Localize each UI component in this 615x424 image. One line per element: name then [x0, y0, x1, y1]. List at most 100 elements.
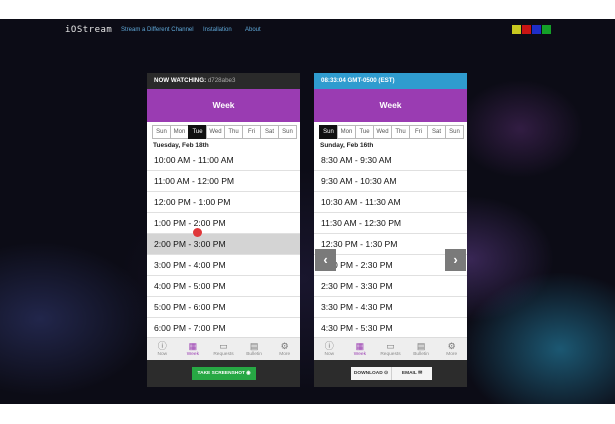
tab-requests[interactable]: ▭ Requests — [208, 338, 239, 360]
download-label: DOWNLOAD — [353, 371, 383, 376]
tab-label: More — [279, 352, 291, 357]
tab-label: Now — [157, 352, 168, 357]
swatch-green[interactable] — [542, 25, 551, 34]
calendar-icon: ▦ — [188, 341, 198, 351]
day-sun[interactable]: Sun — [319, 125, 338, 139]
camera-icon: ◉ — [246, 371, 251, 376]
day-sun[interactable]: Sun — [152, 125, 171, 139]
mail-icon: ✉ — [418, 371, 423, 376]
email-label: EMAIL — [401, 371, 417, 376]
touch-indicator — [193, 228, 202, 237]
download-icon: ⊙ — [384, 371, 389, 376]
schedule-date: Tuesday, Feb 18th — [153, 142, 209, 149]
tab-more[interactable]: ⚙ More — [436, 338, 467, 360]
day-mon[interactable]: Mon — [337, 125, 356, 139]
schedule-slot[interactable]: 4:30 PM - 5:30 PM — [314, 318, 467, 339]
info-icon: ⓘ — [157, 341, 167, 351]
week-title-bar: Week — [314, 89, 467, 122]
take-screenshot-button[interactable]: TAKE SCREENSHOT ◉ — [192, 367, 256, 380]
tab-bulletin[interactable]: ▤ Bulletin — [239, 338, 270, 360]
top-navigation: iOStream Stream a Different Channel Inst… — [0, 19, 615, 41]
schedule-slot[interactable]: 12:00 PM - 1:00 PM — [147, 192, 300, 213]
tab-more[interactable]: ⚙ More — [269, 338, 300, 360]
tab-week[interactable]: ▦ Week — [178, 338, 209, 360]
schedule-slot[interactable]: 2:30 PM - 3:30 PM — [314, 276, 467, 297]
day-tue[interactable]: Tue — [355, 125, 374, 139]
schedule-slot[interactable]: 6:00 PM - 7:00 PM — [147, 318, 300, 339]
day-wed[interactable]: Wed — [206, 125, 225, 139]
bulletin-icon: ▤ — [249, 341, 259, 351]
inbox-icon: ▭ — [386, 341, 395, 351]
info-icon: ⓘ — [324, 341, 334, 351]
schedule-slot[interactable]: 8:30 AM - 9:30 AM — [314, 150, 467, 171]
email-button[interactable]: EMAIL ✉ — [391, 367, 432, 380]
schedule-slot[interactable]: 5:00 PM - 6:00 PM — [147, 297, 300, 318]
now-watching-channel: d728abe3 — [207, 77, 236, 84]
day-sat[interactable]: Sat — [260, 125, 279, 139]
clock-header: 08:33:04 GMT-0500 (EST) — [314, 73, 467, 89]
gear-icon: ⚙ — [447, 341, 456, 351]
bottom-tab-bar: ⓘ Now ▦ Week ▭ Requests ▤ Bulletin ⚙ More — [147, 337, 300, 360]
app-background: iOStream Stream a Different Channel Inst… — [0, 19, 615, 404]
schedule-slot[interactable]: 1:00 PM - 2:00 PM — [147, 213, 300, 234]
brand-logo[interactable]: iOStream — [65, 25, 112, 35]
tab-label: Bulletin — [246, 352, 262, 357]
schedule-slot-selected[interactable]: 2:00 PM - 3:00 PM — [147, 234, 300, 255]
schedule-list: 8:30 AM - 9:30 AM 9:30 AM - 10:30 AM 10:… — [314, 150, 467, 339]
tab-week[interactable]: ▦ Week — [345, 338, 376, 360]
schedule-slot[interactable]: 9:30 AM - 10:30 AM — [314, 171, 467, 192]
schedule-slot[interactable]: 3:30 PM - 4:30 PM — [314, 297, 467, 318]
tab-label: Week — [186, 352, 199, 357]
tab-label: Requests — [380, 352, 401, 357]
tab-now[interactable]: ⓘ Now — [314, 338, 345, 360]
tab-label: Requests — [213, 352, 234, 357]
action-footer: TAKE SCREENSHOT ◉ — [147, 360, 300, 387]
tab-label: More — [446, 352, 458, 357]
day-tue[interactable]: Tue — [188, 125, 207, 139]
day-sun-next[interactable]: Sun — [278, 125, 297, 139]
phone-right: 08:33:04 GMT-0500 (EST) Week Sun Mon Tue… — [314, 73, 467, 387]
day-sun-next[interactable]: Sun — [445, 125, 464, 139]
schedule-list: 10:00 AM - 11:00 AM 11:00 AM - 12:00 PM … — [147, 150, 300, 339]
tab-label: Now — [324, 352, 335, 357]
day-thu[interactable]: Thu — [391, 125, 410, 139]
day-sat[interactable]: Sat — [427, 125, 446, 139]
phone-left: NOW WATCHING: d728abe3 Week Sun Mon Tue … — [147, 73, 300, 387]
chevron-left-icon[interactable]: ‹ — [315, 249, 336, 271]
schedule-slot[interactable]: 4:00 PM - 5:00 PM — [147, 276, 300, 297]
day-thu[interactable]: Thu — [224, 125, 243, 139]
schedule-slot[interactable]: 10:00 AM - 11:00 AM — [147, 150, 300, 171]
swatch-red[interactable] — [522, 25, 531, 34]
inbox-icon: ▭ — [219, 341, 228, 351]
swatch-yellow[interactable] — [512, 25, 521, 34]
schedule-slot[interactable]: 3:00 PM - 4:00 PM — [147, 255, 300, 276]
swatch-blue[interactable] — [532, 25, 541, 34]
day-wed[interactable]: Wed — [373, 125, 392, 139]
nav-link-stream-channel[interactable]: Stream a Different Channel — [121, 27, 194, 33]
gear-icon: ⚙ — [280, 341, 289, 351]
action-footer: DOWNLOAD ⊙ EMAIL ✉ — [314, 360, 467, 387]
chevron-right-icon[interactable]: › — [445, 249, 466, 271]
schedule-slot[interactable]: 10:30 AM - 11:30 AM — [314, 192, 467, 213]
tab-bulletin[interactable]: ▤ Bulletin — [406, 338, 437, 360]
week-title-bar: Week — [147, 89, 300, 122]
take-screenshot-label: TAKE SCREENSHOT — [197, 371, 245, 376]
download-button[interactable]: DOWNLOAD ⊙ — [351, 367, 391, 380]
schedule-slot[interactable]: 11:30 AM - 12:30 PM — [314, 213, 467, 234]
tab-requests[interactable]: ▭ Requests — [375, 338, 406, 360]
tab-label: Week — [353, 352, 366, 357]
schedule-date: Sunday, Feb 16th — [320, 142, 374, 149]
bottom-tab-bar: ⓘ Now ▦ Week ▭ Requests ▤ Bulletin ⚙ More — [314, 337, 467, 360]
day-selector: Sun Mon Tue Wed Thu Fri Sat Sun — [152, 125, 297, 139]
tab-now[interactable]: ⓘ Now — [147, 338, 178, 360]
day-fri[interactable]: Fri — [242, 125, 261, 139]
day-selector: Sun Mon Tue Wed Thu Fri Sat Sun — [319, 125, 464, 139]
nav-link-installation[interactable]: Installation — [203, 27, 232, 33]
tab-label: Bulletin — [413, 352, 429, 357]
bulletin-icon: ▤ — [416, 341, 426, 351]
day-mon[interactable]: Mon — [170, 125, 189, 139]
schedule-slot[interactable]: 11:00 AM - 12:00 PM — [147, 171, 300, 192]
now-watching-label: NOW WATCHING: — [154, 77, 207, 84]
day-fri[interactable]: Fri — [409, 125, 428, 139]
nav-link-about[interactable]: About — [245, 27, 261, 33]
